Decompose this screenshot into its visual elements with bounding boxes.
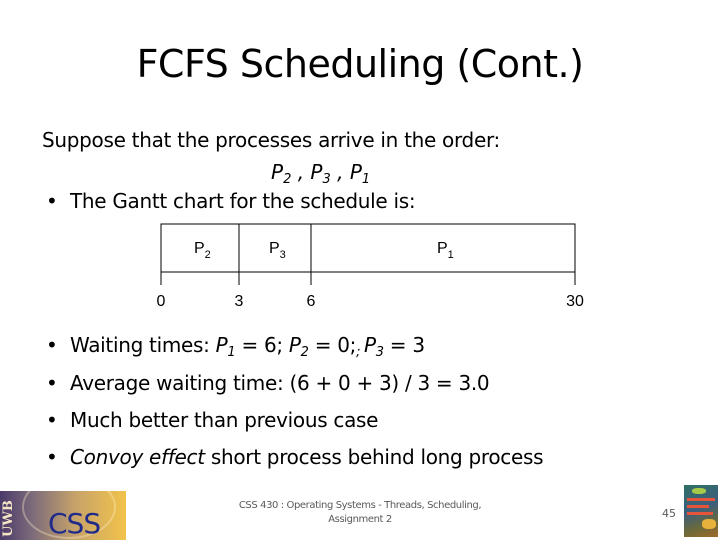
bullet-text: Average waiting time: (6 + 0 + 3) / 3 = … [70,371,490,395]
gantt-tick-label: 3 [235,293,244,310]
logo-css-text: CSS [48,507,101,540]
bullet-text: Much better than previous case [70,408,379,432]
bullet-text: short process behind long process [204,445,544,469]
footer-course-info: CSS 430 : Operating Systems - Threads, S… [225,499,495,527]
gantt-segment-label: P2 [194,240,211,261]
footer-line-2: Assignment 2 [328,514,392,525]
stray-semicolon: ; [356,345,364,360]
bullet-icon: • [46,371,58,395]
gantt-tick-label: 30 [566,293,584,310]
bullet-convoy: • Convoy effect short process behind long… [46,445,544,469]
waiting-p1: P1 [215,333,236,360]
bullet-icon: • [46,333,58,357]
bullet-better: • Much better than previous case [46,408,378,432]
page-number: 45 [662,507,676,520]
bullet-average: • Average waiting time: (6 + 0 + 3) / 3 =… [46,371,490,395]
waiting-p2-value: = 0; [308,333,357,357]
bullet-waiting-times: • Waiting times: P1 = 6; P2 = 0;; P3 = 3 [46,333,425,360]
gantt-tick-label: 0 [157,293,166,310]
gantt-tick-label: 6 [307,293,316,310]
waiting-p1-value: = 6; [235,333,289,357]
uwb-css-logo: UWB CSS [0,491,126,540]
gantt-frame [160,223,576,273]
waiting-p3: P3 [364,333,384,360]
logo-uwb-text: UWB [1,500,16,538]
textbook-cover-image [684,485,718,537]
waiting-p3-value: = 3 [383,333,425,357]
footer-line-1: CSS 430 : Operating Systems - Threads, S… [238,500,482,511]
gantt-segment-label: P1 [437,240,454,261]
bullet-icon: • [46,445,58,469]
gantt-segment-label: P3 [269,240,286,261]
convoy-term: Convoy effect [70,445,205,469]
bullet-icon: • [46,408,58,432]
waiting-p2: P2 [288,333,309,360]
waiting-label: Waiting times: [70,333,216,357]
